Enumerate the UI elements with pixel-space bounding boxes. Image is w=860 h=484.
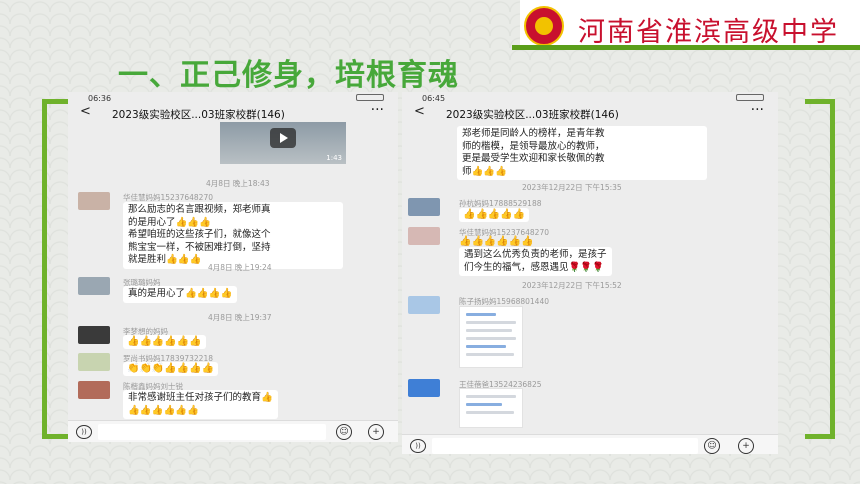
avatar[interactable]	[78, 353, 110, 371]
message-line: 师👍👍👍	[462, 165, 507, 177]
battery-icon	[736, 94, 764, 101]
voice-icon[interactable]: ))	[76, 425, 92, 439]
video-duration: 1:43	[326, 154, 342, 162]
message-line: 师的楷模，是领导最放心的教师，	[462, 140, 605, 152]
avatar[interactable]	[78, 381, 110, 399]
message-bubble: 那么励志的名言跟视频，郑老师真 的是用心了👍👍👍 希望咱班的这些孩子们，就像这个…	[123, 202, 343, 269]
message-line: 遇到这么优秀负责的老师，是孩子	[464, 249, 607, 260]
school-name: 河南省淮滨高级中学	[578, 17, 839, 48]
emoji-icon[interactable]: ☺	[704, 438, 720, 454]
message-input[interactable]	[98, 424, 326, 440]
avatar[interactable]	[78, 326, 110, 344]
back-arrow-icon[interactable]: <	[414, 104, 425, 119]
avatar[interactable]	[408, 379, 440, 397]
voice-icon[interactable]: ))	[410, 439, 426, 453]
chat-input-bar: )) ☺ +	[68, 420, 398, 442]
header-divider	[512, 45, 860, 50]
message-bubble: 遇到这么优秀负责的老师，是孩子 们今生的福气，感恩遇见🌹🌹🌹	[459, 247, 612, 276]
image-message[interactable]	[459, 306, 523, 368]
chat-screenshot-left: 06:36 < 2023级实验校区...03班家校群(146) ··· 1:43…	[68, 92, 398, 442]
back-arrow-icon[interactable]: <	[80, 104, 91, 119]
chat-input-bar: )) ☺ +	[402, 434, 778, 454]
video-message[interactable]: 1:43	[220, 122, 346, 164]
timestamp: 2023年12月22日 下午15:35	[522, 183, 622, 192]
message-line: 真的是用心了👍👍👍👍	[128, 288, 233, 299]
chat-titlebar: < 2023级实验校区...03班家校群(146) ···	[402, 102, 778, 126]
emoji-icon[interactable]: ☺	[336, 424, 352, 440]
avatar[interactable]	[78, 277, 110, 295]
message-line: 的是用心了👍👍👍	[128, 216, 211, 228]
message-bubble: 👍👍👍👍👍	[459, 208, 530, 222]
avatar[interactable]	[408, 296, 440, 314]
message-bubble: 👏👏👏👍👍👍👍	[123, 362, 219, 376]
image-message[interactable]	[459, 388, 523, 428]
section-title: 一、正己修身，培根育魂	[118, 58, 459, 93]
message-line: 👍👍👍👍👍👍	[128, 404, 199, 416]
chat-title: 2023级实验校区...03班家校群(146)	[446, 109, 619, 121]
battery-icon	[356, 94, 384, 101]
message-input[interactable]	[432, 438, 698, 454]
message-line: 熊宝宝一样，不被困难打倒，坚持	[128, 241, 271, 253]
message-bubble: 真的是用心了👍👍👍👍	[123, 286, 238, 303]
add-icon[interactable]: +	[738, 438, 754, 454]
play-icon[interactable]	[270, 128, 296, 148]
message-line: 们今生的福气，感恩遇见🌹🌹🌹	[464, 261, 604, 273]
timestamp: 2023年12月22日 下午15:52	[522, 281, 622, 290]
message-line: 那么励志的名言跟视频，郑老师真	[128, 204, 271, 215]
timestamp: 4月8日 晚上19:37	[208, 313, 272, 322]
message-bubble: 非常感谢班主任对孩子们的教育👍 👍👍👍👍👍👍	[123, 390, 278, 419]
timestamp: 4月8日 晚上19:24	[208, 263, 272, 272]
message-bubble: 郑老师是同龄人的榜样，是青年教 师的楷模，是领导最放心的教师， 更是最受学生欢迎…	[457, 126, 707, 180]
message-line: 郑老师是同龄人的榜样，是青年教	[462, 128, 605, 139]
message-line: 非常感谢班主任对孩子们的教育👍	[128, 392, 273, 403]
timestamp: 4月8日 晚上18:43	[206, 179, 270, 188]
status-time: 06:45	[422, 94, 446, 103]
message-line: 希望咱班的这些孩子们，就像这个	[128, 229, 271, 240]
avatar[interactable]	[408, 227, 440, 245]
school-logo	[524, 6, 564, 46]
more-options-icon[interactable]: ···	[371, 102, 384, 118]
message-line: 更是最受学生欢迎和家长敬佩的教	[462, 153, 605, 164]
chat-screenshot-right: 06:45 < 2023级实验校区...03班家校群(146) ··· 郑老师是…	[402, 92, 778, 454]
avatar[interactable]	[408, 198, 440, 216]
message-bubble: 👍👍👍👍👍👍	[123, 335, 206, 349]
avatar[interactable]	[78, 192, 110, 210]
chat-title: 2023级实验校区...03班家校群(146)	[112, 109, 285, 121]
more-options-icon[interactable]: ···	[751, 102, 764, 118]
add-icon[interactable]: +	[368, 424, 384, 440]
status-time: 06:36	[88, 94, 112, 103]
right-bracket-frame	[805, 99, 835, 439]
